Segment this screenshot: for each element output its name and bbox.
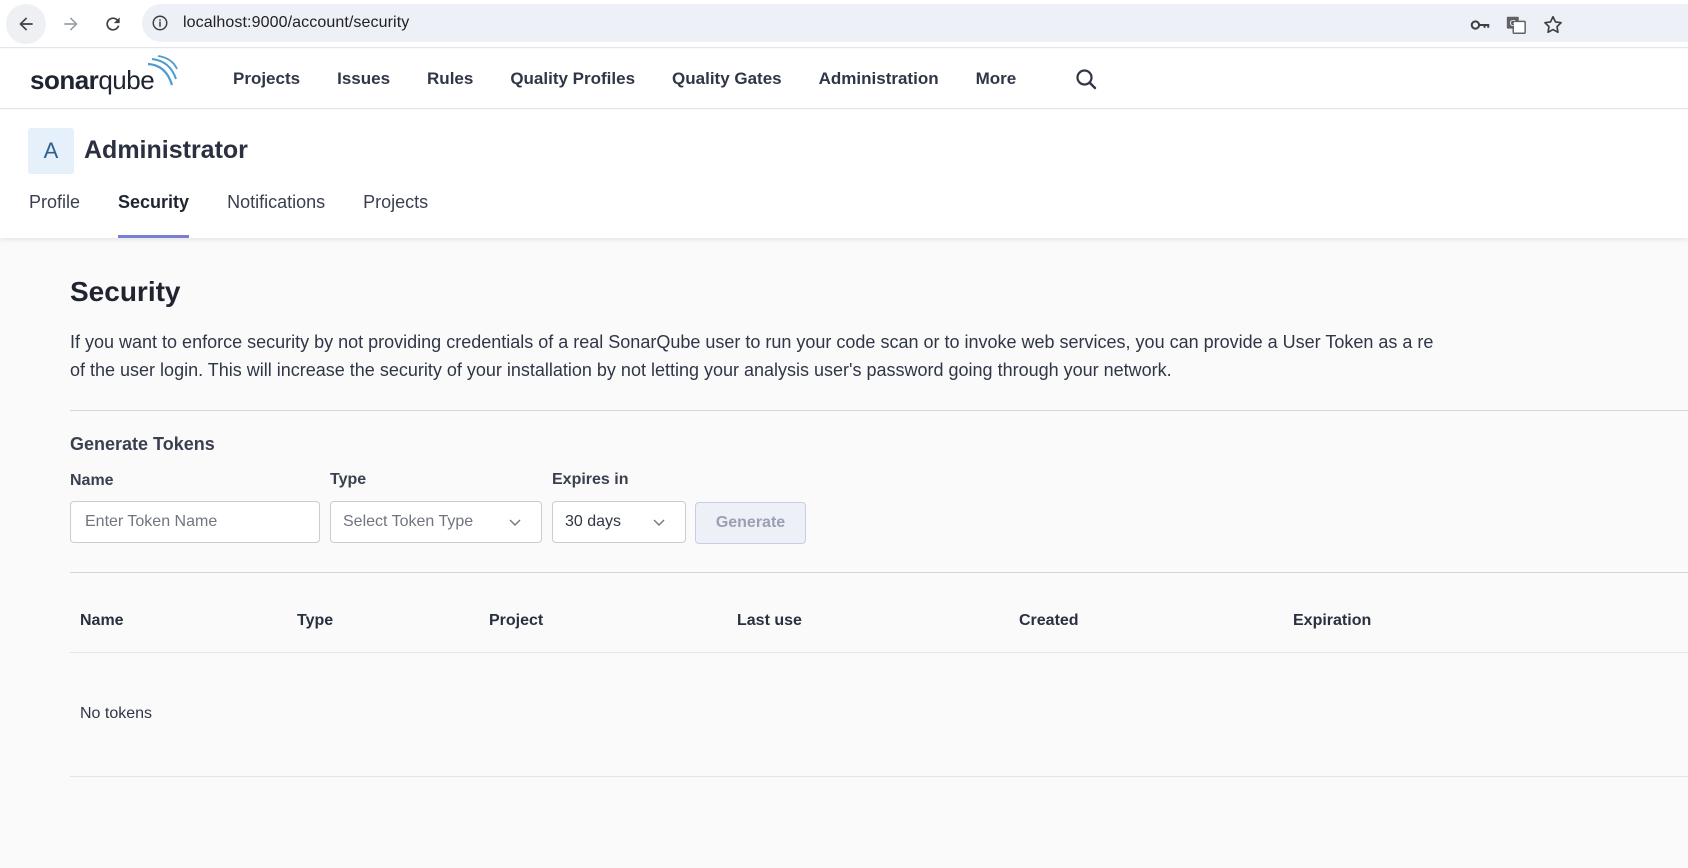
divider: [70, 410, 1688, 411]
account-tabs: Profile Security Notifications Projects: [29, 192, 466, 238]
token-name-input[interactable]: [70, 501, 320, 543]
generate-tokens-title: Generate Tokens: [70, 434, 215, 454]
bookmark-star-icon[interactable]: [1542, 14, 1564, 36]
divider: [70, 572, 1688, 573]
avatar: A: [28, 128, 74, 174]
nav-issues[interactable]: Issues: [337, 69, 390, 89]
browser-toolbar: localhost:9000/account/security G: [0, 0, 1688, 48]
chevron-down-icon: [509, 519, 521, 526]
tab-security[interactable]: Security: [118, 192, 190, 238]
page-title: Security: [70, 276, 181, 307]
info-icon[interactable]: [151, 14, 169, 32]
expires-in-label: Expires in: [552, 471, 629, 488]
description-line-1: If you want to enforce security by not p…: [70, 332, 1434, 352]
reload-button[interactable]: [93, 4, 133, 44]
reload-icon: [106, 17, 120, 31]
chevron-down-icon: [653, 519, 665, 526]
forward-button[interactable]: [51, 4, 91, 44]
svg-text:G: G: [1510, 18, 1516, 28]
nav-administration[interactable]: Administration: [819, 69, 939, 89]
column-header-created: Created: [1019, 612, 1079, 629]
column-header-type: Type: [297, 612, 334, 629]
description-line-2: of the user login. This will increase th…: [70, 360, 1172, 380]
tokens-table-header: Name Type Project Last use Created Expir…: [70, 612, 1688, 652]
sonarqube-logo[interactable]: sonarqube: [30, 55, 190, 99]
account-header: A Administrator Profile Security Notific…: [0, 110, 1688, 238]
nav-quality-profiles[interactable]: Quality Profiles: [510, 69, 635, 89]
key-icon[interactable]: [1469, 14, 1491, 36]
nav-more[interactable]: More: [976, 69, 1017, 89]
expires-in-select[interactable]: 30 days: [552, 501, 686, 543]
url-text[interactable]: localhost:9000/account/security: [183, 14, 409, 32]
column-header-name: Name: [80, 612, 124, 629]
divider: [70, 652, 1688, 653]
column-header-last-use: Last use: [737, 612, 802, 629]
expires-in-value: 30 days: [565, 513, 622, 530]
search-icon[interactable]: [1074, 67, 1098, 91]
main-nav: Projects Issues Rules Quality Profiles Q…: [233, 49, 1053, 109]
tab-projects[interactable]: Projects: [363, 192, 428, 238]
tab-notifications[interactable]: Notifications: [227, 192, 325, 238]
column-header-project: Project: [489, 612, 544, 629]
arrow-right-icon: [64, 17, 78, 31]
back-button[interactable]: [6, 4, 46, 44]
translate-icon[interactable]: G: [1505, 14, 1527, 36]
address-bar[interactable]: localhost:9000/account/security G: [142, 4, 1688, 42]
tab-profile[interactable]: Profile: [29, 192, 80, 238]
token-name-label: Name: [70, 472, 114, 489]
nav-projects[interactable]: Projects: [233, 69, 300, 89]
arrow-left-icon: [19, 17, 33, 31]
column-header-expiration: Expiration: [1293, 612, 1372, 629]
nav-rules[interactable]: Rules: [427, 69, 473, 89]
generate-button[interactable]: Generate: [695, 502, 806, 544]
divider: [70, 776, 1688, 777]
no-tokens-message: No tokens: [80, 705, 153, 722]
logo-waves-icon: [147, 55, 178, 86]
logo-text-bold: sonar: [30, 65, 99, 95]
token-type-select[interactable]: Select Token Type: [330, 501, 542, 543]
token-type-label: Type: [330, 471, 367, 488]
security-description: If you want to enforce security by not p…: [70, 328, 1688, 384]
token-type-placeholder: Select Token Type: [343, 513, 474, 530]
user-name: Administrator: [84, 136, 248, 164]
app-header: sonarqube Projects Issues Rules Quality …: [0, 49, 1688, 109]
nav-quality-gates[interactable]: Quality Gates: [672, 69, 782, 89]
